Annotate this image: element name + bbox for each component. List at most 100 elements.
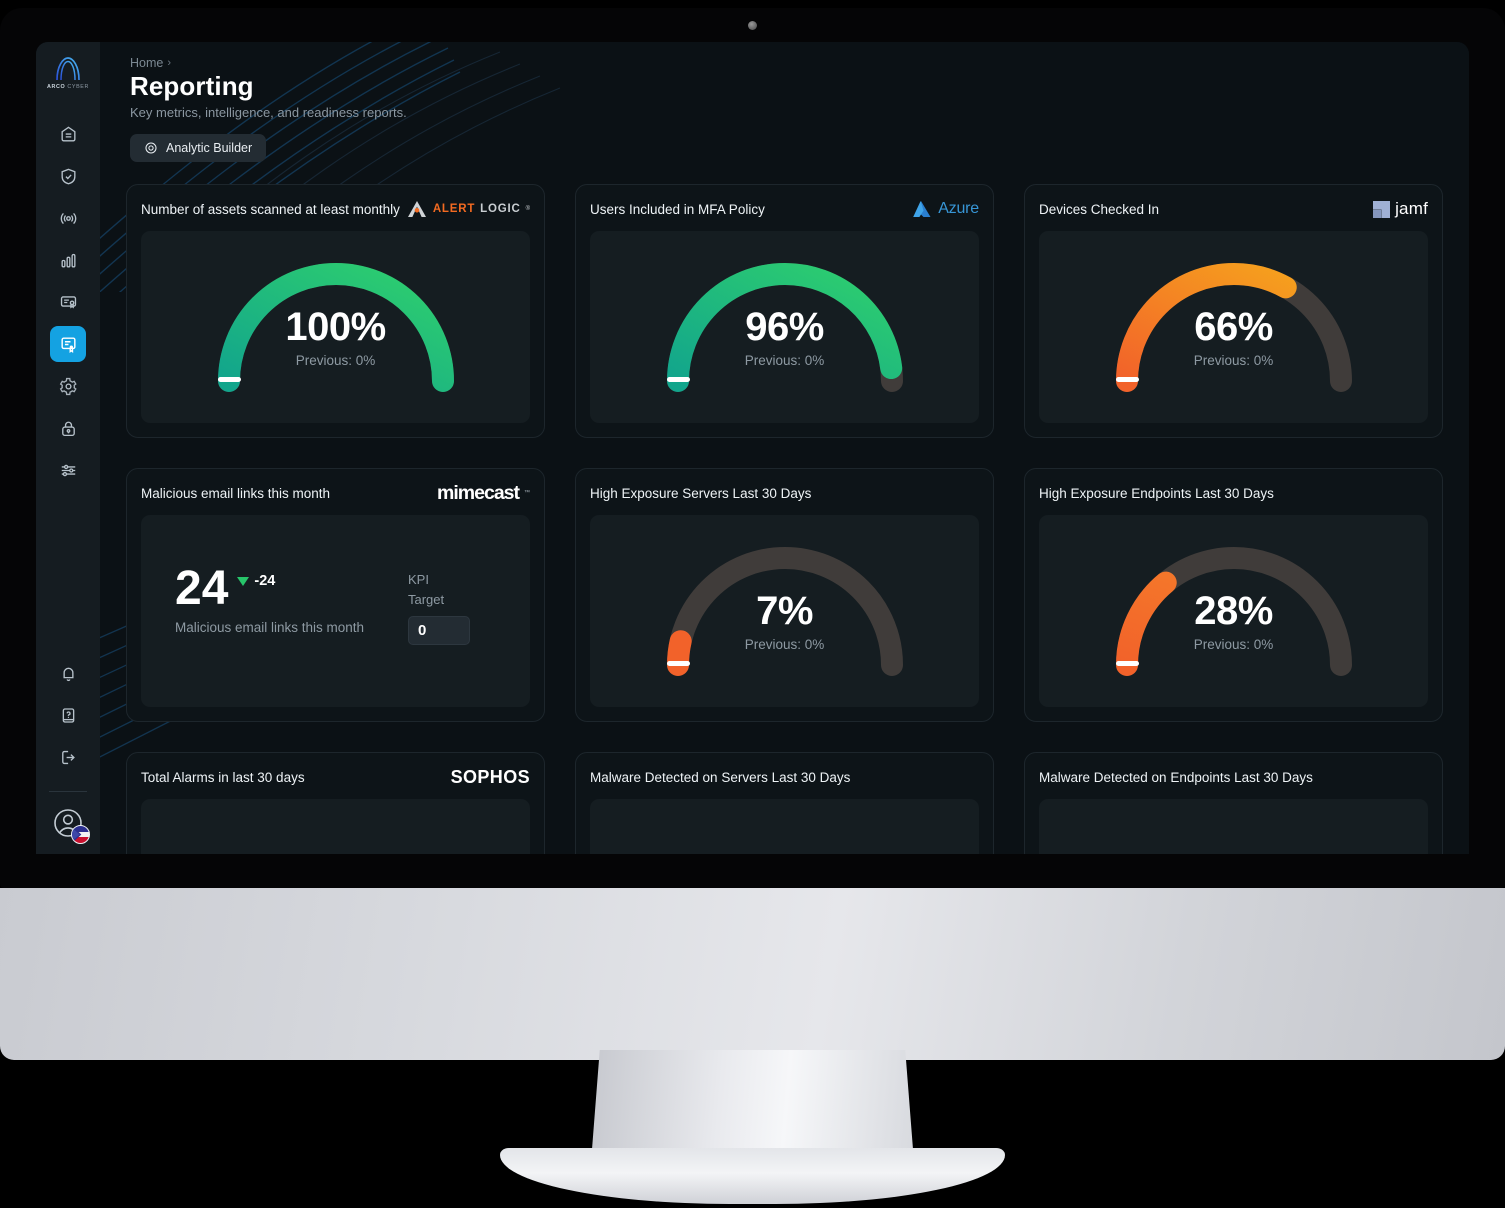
target-icon [145, 142, 157, 154]
gauge-value: 7% [756, 589, 813, 633]
card-body [141, 799, 530, 854]
main-content: Home › Reporting Key metrics, intelligen… [100, 42, 1469, 854]
gauge-start-tick [217, 377, 241, 382]
jamf-mark-icon [1373, 200, 1391, 218]
sidebar-item-analytics[interactable] [50, 242, 86, 278]
app-logo[interactable]: ARCO CYBER [47, 56, 89, 90]
card-body: 28% Previous: 0% [1039, 515, 1428, 707]
card-title: Malware Detected on Endpoints Last 30 Da… [1039, 769, 1313, 785]
flag-icon [72, 826, 89, 843]
card-title: High Exposure Endpoints Last 30 Days [1039, 485, 1274, 501]
help-book-icon [62, 707, 74, 723]
sidebar-item-detect[interactable] [50, 200, 86, 236]
vendor-text-alert: ALERT [432, 203, 476, 215]
gauge-previous: Previous: 0% [295, 353, 376, 368]
webcam-icon [748, 21, 757, 30]
card-title: Malware Detected on Servers Last 30 Days [590, 769, 851, 785]
kpi-delta-value: -24 [254, 573, 276, 589]
analytic-builder-label: Analytic Builder [166, 141, 253, 155]
gear-icon [59, 377, 77, 395]
card-title: Number of assets scanned at least monthl… [141, 201, 400, 217]
card-body [1039, 799, 1428, 854]
reports-grid: Number of assets scanned at least monthl… [126, 184, 1443, 854]
logout-button[interactable] [50, 739, 86, 775]
card-malware-servers: Malware Detected on Servers Last 30 Days [575, 752, 994, 854]
vendor-logo-mimecast: mimecast ™ [437, 481, 530, 504]
analytic-builder-button[interactable]: Analytic Builder [130, 134, 267, 162]
vendor-text-mimecast: mimecast [437, 481, 520, 504]
logout-icon [61, 750, 75, 764]
gauge-start-tick [1115, 377, 1139, 382]
sidebar-item-protect[interactable] [50, 158, 86, 194]
report-icon [60, 336, 76, 353]
bar-chart-icon [60, 253, 76, 268]
sidebar-item-reporting[interactable] [50, 326, 86, 362]
vendor-logo-alert-logic: ALERT LOGIC ® [406, 199, 530, 219]
vendor-text-sophos: SOPHOS [450, 766, 530, 787]
logo-wordmark: ARCO CYBER [47, 84, 89, 90]
card-title: Total Alarms in last 30 days [141, 769, 305, 785]
home-icon [60, 126, 76, 142]
card-high-exposure-endpoints: High Exposure Endpoints Last 30 Days 28%… [1024, 468, 1443, 722]
kpi-value: 24 [175, 562, 229, 615]
broadcast-icon [60, 212, 76, 224]
kpi-target-label-1: KPI [408, 572, 429, 587]
sidebar-bottom [36, 655, 100, 854]
screen: ARCO CYBER Home › Reporting Key metrics,… [36, 42, 1469, 854]
gauge-start-tick [1115, 661, 1139, 666]
shield-check-icon [60, 168, 76, 184]
kpi-value-row: 24 -24 [175, 562, 408, 615]
card-body [590, 799, 979, 854]
sidebar-divider [49, 791, 87, 792]
gauge-previous: Previous: 0% [744, 637, 825, 652]
card-body: 100% Previous: 0% [141, 231, 530, 423]
kpi-target-input[interactable] [408, 616, 470, 646]
sidebar-item-compliance[interactable] [50, 284, 86, 320]
notifications-button[interactable] [50, 655, 86, 691]
chevron-right-icon: › [167, 57, 172, 69]
sidebar-item-settings[interactable] [50, 368, 86, 404]
card-header: Malicious email links this month mimecas… [141, 482, 530, 504]
breadcrumb: Home › [130, 56, 1439, 70]
kpi-target-group: KPI Target [408, 567, 504, 646]
card-header: Malware Detected on Servers Last 30 Days [590, 766, 979, 788]
card-header: Malware Detected on Endpoints Last 30 Da… [1039, 766, 1428, 788]
certificate-icon [60, 295, 76, 309]
lock-icon [61, 421, 75, 436]
gauge-value: 66% [1194, 305, 1273, 349]
card-header: Devices Checked In jamf [1039, 198, 1428, 220]
sidebar-item-preferences[interactable] [50, 452, 86, 488]
account-button[interactable] [51, 806, 90, 844]
gauge-value: 28% [1194, 589, 1273, 633]
gauge-previous: Previous: 0% [744, 353, 825, 368]
card-mfa-policy: Users Included in MFA Policy Azure 96% P… [575, 184, 994, 438]
kpi-delta: -24 [237, 573, 275, 589]
vendor-text-logic: LOGIC [480, 203, 521, 215]
card-devices-checked-in: Devices Checked In jamf 66% Previous: 0% [1024, 184, 1443, 438]
card-body: 66% Previous: 0% [1039, 231, 1428, 423]
card-title: Devices Checked In [1039, 201, 1160, 217]
monitor-base [500, 1148, 1005, 1204]
flag-badge [71, 825, 90, 844]
card-header: Number of assets scanned at least monthl… [141, 198, 530, 220]
kpi-target-label-2: Target [408, 592, 445, 608]
help-button[interactable] [50, 697, 86, 733]
sliders-icon [61, 464, 75, 476]
page-subtitle: Key metrics, intelligence, and readiness… [130, 105, 407, 120]
gauge-previous: Previous: 0% [1193, 637, 1274, 652]
card-assets-scanned: Number of assets scanned at least monthl… [126, 184, 545, 438]
vendor-text-jamf: jamf [1395, 199, 1428, 218]
kpi-caption: Malicious email links this month [175, 620, 365, 636]
breadcrumb-home[interactable]: Home [130, 56, 163, 70]
triangle-down-icon [237, 576, 250, 586]
azure-mark-icon [913, 201, 931, 217]
vendor-logo-jamf: jamf [1373, 199, 1428, 219]
kpi-main: 24 -24 Malicious email links this month [175, 562, 408, 636]
card-header: Users Included in MFA Policy Azure [590, 198, 979, 220]
page-title: Reporting [130, 71, 254, 101]
sidebar-item-security[interactable] [50, 410, 86, 446]
vendor-logo-sophos: SOPHOS [451, 767, 530, 787]
card-title: High Exposure Servers Last 30 Days [590, 485, 812, 501]
card-header: Total Alarms in last 30 days SOPHOS [141, 766, 530, 788]
sidebar-item-dashboard[interactable] [50, 116, 86, 152]
